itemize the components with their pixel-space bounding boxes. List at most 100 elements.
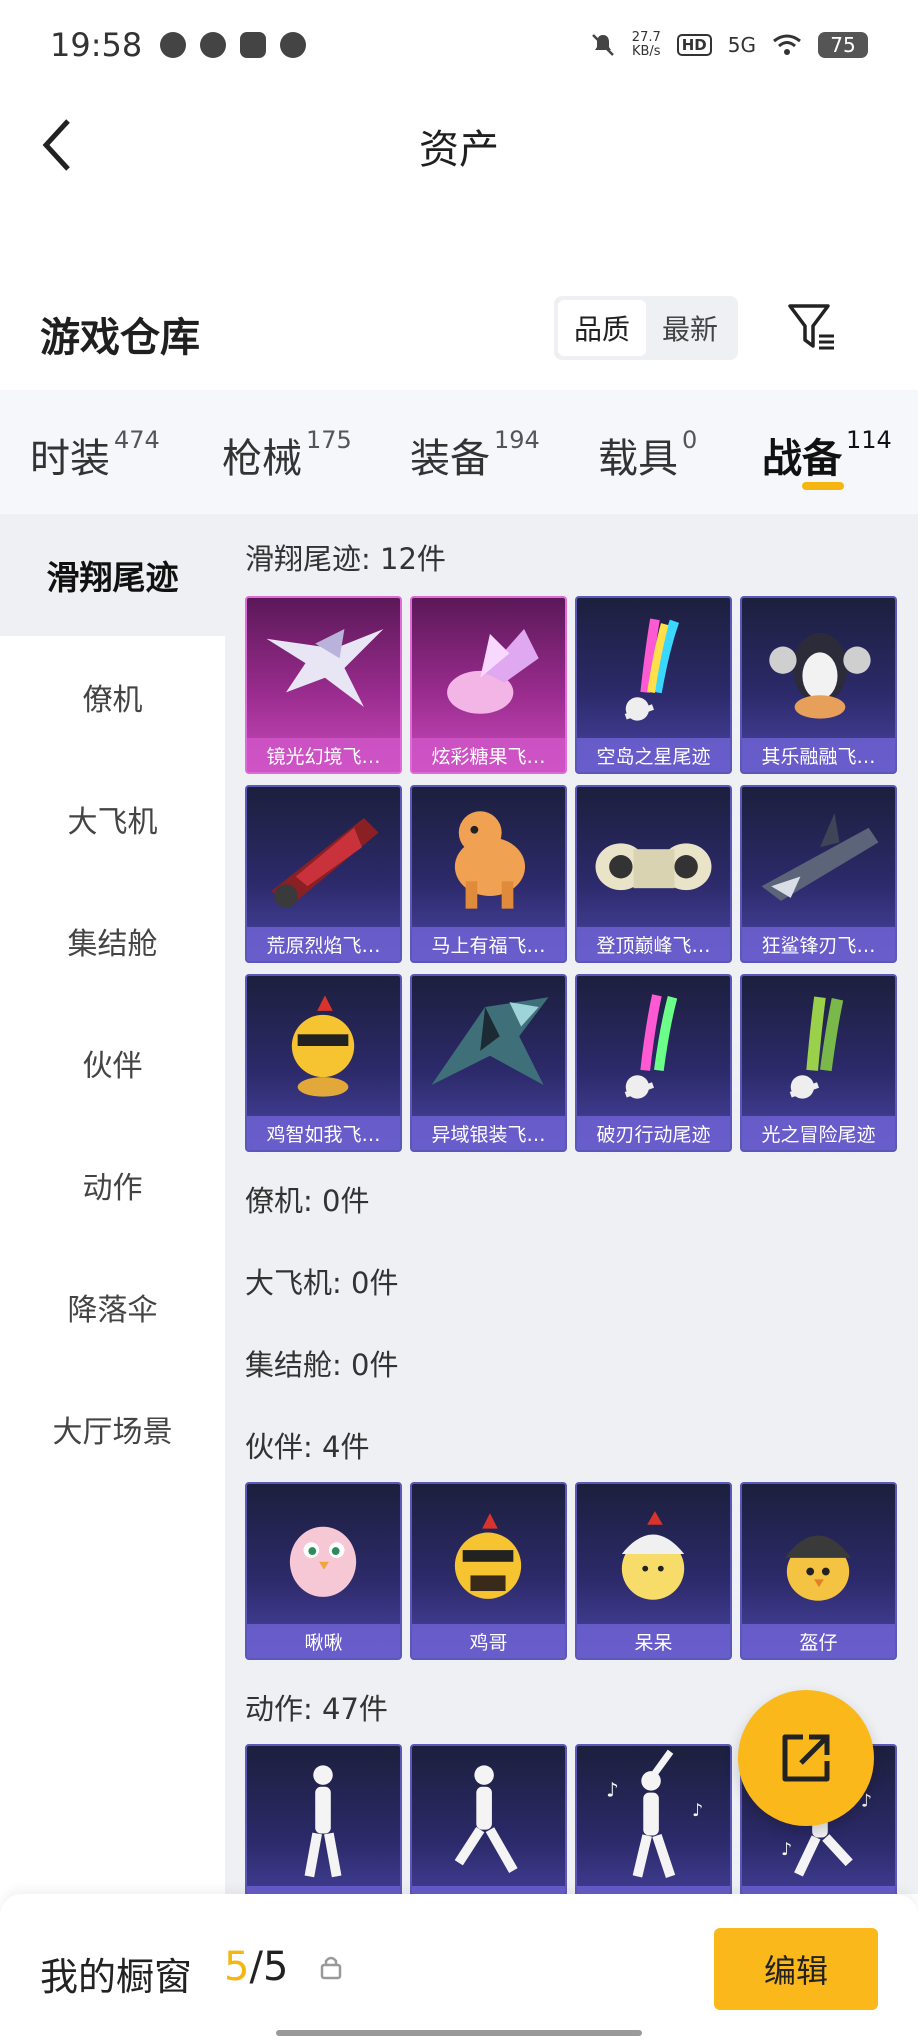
status-bar: 19:58 27.7 KB/s HD 5G 75 <box>0 0 918 90</box>
tab-equipment[interactable]: 装备 194 <box>410 426 540 484</box>
tab-vehicles[interactable]: 载具 0 <box>598 426 697 484</box>
svg-text:♪: ♪ <box>606 1779 618 1802</box>
browser-icon <box>200 32 227 58</box>
pastel-trail-icon <box>624 994 678 1099</box>
tab-count: 194 <box>494 426 540 454</box>
item-card[interactable]: 鸡智如我飞… <box>245 974 402 1152</box>
item-name: 啾啾 <box>247 1624 400 1658</box>
sort-option-latest[interactable]: 最新 <box>646 300 734 356</box>
side-item-wingman[interactable]: 僚机 <box>0 636 225 758</box>
share-button[interactable] <box>738 1690 874 1826</box>
net-speed-value: 27.7 <box>631 30 661 45</box>
item-card[interactable]: 鸡哥 <box>410 1482 567 1660</box>
item-card[interactable]: 呆呆 <box>575 1482 732 1660</box>
section-title-big-plane: 大飞机: 0件 <box>245 1266 399 1300</box>
item-name <box>577 1886 730 1894</box>
item-name <box>742 1886 895 1894</box>
tab-fashion[interactable]: 时装 474 <box>30 426 160 484</box>
item-card[interactable]: ♪ ♪ <box>575 1744 732 1894</box>
tab-label: 装备 <box>410 436 490 482</box>
side-item-lobby-scene[interactable]: 大厅场景 <box>0 1368 225 1490</box>
ice-wing-glider-icon <box>431 997 549 1085</box>
side-item-parachute[interactable]: 降落伞 <box>0 1246 225 1368</box>
sort-option-quality[interactable]: 品质 <box>558 300 646 356</box>
tab-label: 枪械 <box>222 436 302 482</box>
net-speed-unit: KB/s <box>631 44 661 59</box>
item-card[interactable]: 狂鲨锋刃飞… <box>740 785 897 963</box>
shark-glider-icon <box>761 813 879 901</box>
jet-glider-icon <box>595 843 712 891</box>
showcase-total: 5 <box>262 1944 289 1990</box>
rainbow-trail-icon <box>624 618 680 721</box>
item-card[interactable]: 其乐融融飞… <box>740 596 897 774</box>
side-item-glide-trail[interactable]: 滑翔尾迹 <box>0 514 225 636</box>
penguin-glider-icon <box>769 632 871 719</box>
item-card[interactable]: 登顶巅峰飞… <box>575 785 732 963</box>
flame-glider-icon <box>271 818 379 908</box>
showcase-separator: / <box>249 1944 263 1990</box>
hd-badge: HD <box>676 34 712 56</box>
active-tab-indicator <box>802 482 844 490</box>
signal-label: 5G <box>727 33 756 57</box>
section-title-wingman: 僚机: 0件 <box>245 1184 370 1218</box>
item-name: 破刃行动尾迹 <box>577 1116 730 1150</box>
item-card[interactable]: 盔仔 <box>740 1482 897 1660</box>
category-tabs: 时装 474 枪械 175 装备 194 载具 0 战备 114 <box>0 390 918 514</box>
edit-button[interactable]: 编辑 <box>714 1928 878 2010</box>
item-name: 呆呆 <box>577 1624 730 1658</box>
item-name: 异域银装飞… <box>412 1116 565 1150</box>
chick-cap-icon <box>621 1511 685 1600</box>
item-card[interactable] <box>410 1744 567 1894</box>
mute-bell-icon <box>591 34 614 56</box>
tab-weapons[interactable]: 枪械 175 <box>222 426 352 484</box>
showcase-current: 5 <box>224 1944 250 1990</box>
section-title-pod: 集结舱: 0件 <box>245 1348 399 1382</box>
filter-icon[interactable] <box>784 300 840 356</box>
tab-count: 0 <box>682 426 698 454</box>
showcase-bar: 我的橱窗 5/5 编辑 <box>0 1894 918 2040</box>
battery-icon: 75 <box>818 32 868 58</box>
tab-label: 战备 <box>762 436 842 482</box>
side-item-pod[interactable]: 集结舱 <box>0 880 225 1002</box>
tab-count: 474 <box>114 426 160 454</box>
side-item-partner[interactable]: 伙伴 <box>0 1002 225 1124</box>
item-card[interactable]: 啾啾 <box>245 1482 402 1660</box>
tab-count: 175 <box>306 426 352 454</box>
section-title-glide: 滑翔尾迹: 12件 <box>245 542 446 576</box>
item-card[interactable]: 破刃行动尾迹 <box>575 974 732 1152</box>
item-card[interactable]: 光之冒险尾迹 <box>740 974 897 1152</box>
dancer-icon <box>454 1765 518 1873</box>
item-card[interactable]: 炫彩糖果飞… <box>410 596 567 774</box>
item-card[interactable] <box>245 1744 402 1894</box>
item-name <box>412 1886 565 1894</box>
tab-label: 时装 <box>30 436 110 482</box>
side-item-emote[interactable]: 动作 <box>0 1124 225 1246</box>
svg-text:♪: ♪ <box>692 1801 703 1821</box>
lock-icon <box>320 1956 342 1980</box>
item-card[interactable]: 镜光幻境飞… <box>245 596 402 774</box>
chick-helmet-icon <box>784 1535 852 1601</box>
message-icon <box>240 32 267 58</box>
item-card[interactable]: 异域银装飞… <box>410 974 567 1152</box>
chick-glider-icon <box>291 995 355 1097</box>
candy-glider-icon <box>447 629 539 714</box>
item-card[interactable]: 马上有福飞… <box>410 785 567 963</box>
side-menu: 滑翔尾迹 僚机 大飞机 集结舱 伙伴 动作 降落伞 大厅场景 <box>0 514 225 1894</box>
side-item-big-plane[interactable]: 大飞机 <box>0 758 225 880</box>
tab-battle-gear[interactable]: 战备 114 <box>762 426 892 484</box>
item-card[interactable]: 空岛之星尾迹 <box>575 596 732 774</box>
green-trail-icon <box>789 996 844 1099</box>
svg-text:♪: ♪ <box>781 1840 792 1860</box>
page-title: 资产 <box>419 127 499 173</box>
item-name: 狂鲨锋刃飞… <box>742 927 895 961</box>
share-icon <box>782 1734 830 1782</box>
item-name: 镜光幻境飞… <box>247 738 400 772</box>
item-name <box>247 1886 400 1894</box>
item-name: 盔仔 <box>742 1624 895 1658</box>
sort-toggle: 品质 最新 <box>554 296 738 360</box>
dancer-icon <box>304 1765 342 1878</box>
home-indicator[interactable] <box>276 2030 642 2036</box>
item-name: 鸡哥 <box>412 1624 565 1658</box>
item-card[interactable]: 荒原烈焰飞… <box>245 785 402 963</box>
item-name: 鸡智如我飞… <box>247 1116 400 1150</box>
